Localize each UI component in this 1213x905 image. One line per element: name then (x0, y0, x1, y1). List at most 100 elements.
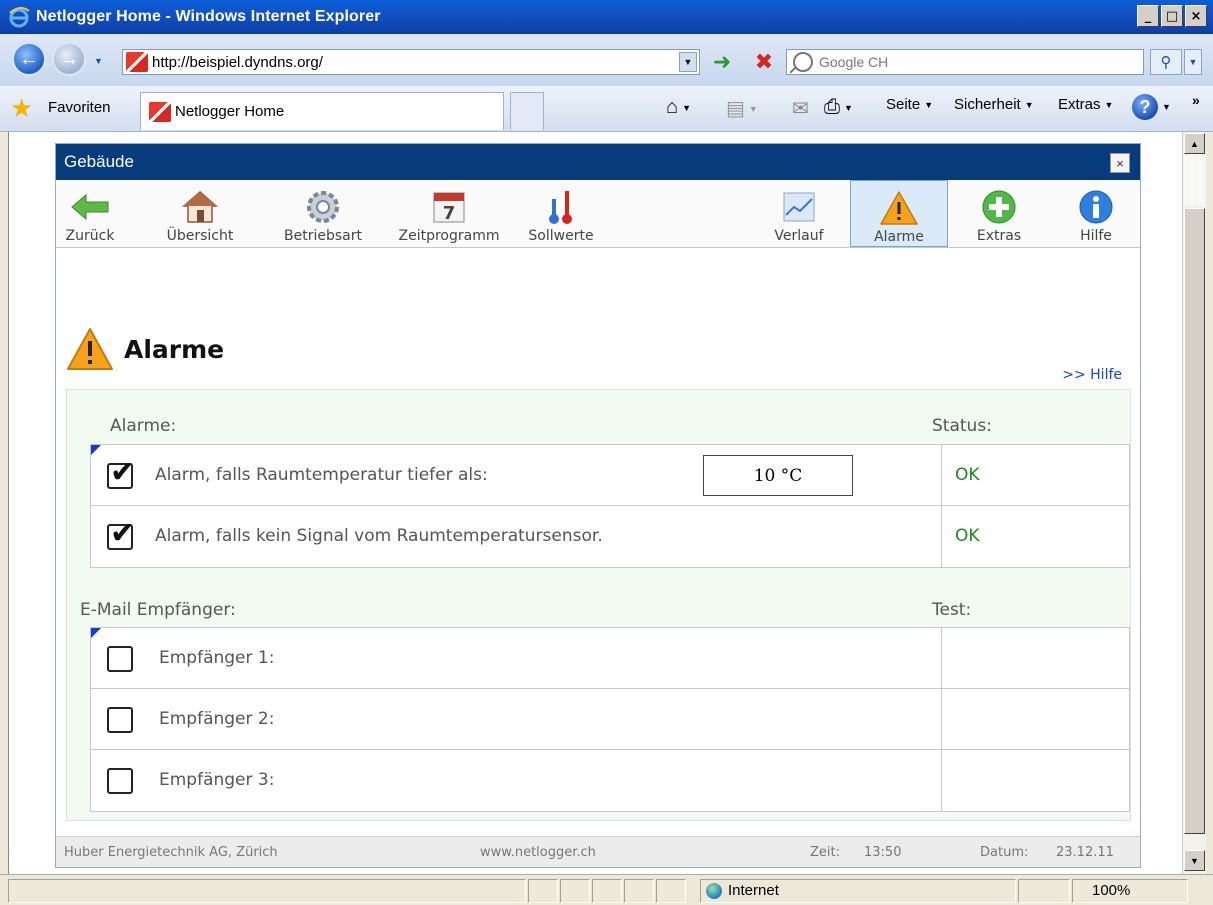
site-favicon-icon (126, 52, 148, 72)
scroll-up-button[interactable]: ▲ (1184, 133, 1205, 154)
alarm-row-text: Alarm, falls Raumtemperatur tiefer als: (155, 465, 488, 485)
favorites-star-icon[interactable]: ★ (10, 95, 33, 121)
footer-time-label: Zeit: (810, 845, 840, 860)
toolbar-mode[interactable]: Betriebsart (278, 180, 368, 247)
netlogger-panel: Gebäude × Zurück Übersicht Betriebsart 7 (55, 143, 1141, 868)
alarm-low-temp-checkbox[interactable] (107, 455, 135, 490)
toolbar-alarms-label: Alarme (874, 229, 924, 245)
history-dropdown-icon[interactable]: ▼ (94, 56, 103, 66)
toolbar-extras-label: Extras (976, 228, 1022, 244)
browser-status-bar: Internet 100% (0, 874, 1213, 905)
alarm-row: Alarm, falls kein Signal vom Raumtempera… (91, 506, 1129, 567)
calendar-day-text: 7 (443, 203, 456, 224)
protected-mode-button[interactable] (1018, 879, 1070, 903)
thermometer-icon (541, 188, 581, 226)
row-marker-icon (91, 628, 101, 638)
address-field[interactable]: http://beispiel.dyndns.org/ ▼ (122, 49, 700, 75)
maximize-button[interactable]: □ (1161, 5, 1183, 27)
alarm-row: Alarm, falls Raumtemperatur tiefer als: … (91, 445, 1129, 506)
recipient-2-checkbox[interactable] (107, 707, 133, 733)
recipient-label: Empfänger 1: (159, 648, 275, 668)
go-button[interactable]: ➜ (708, 49, 736, 75)
tab-favicon-icon (149, 101, 171, 122)
toolbar-schedule[interactable]: 7 Zeitprogramm (394, 180, 504, 247)
back-arrow-icon: ← (19, 47, 39, 70)
toolbar-setpoints[interactable]: Sollwerte (526, 180, 596, 247)
more-commands-chevron-icon[interactable]: » (1192, 92, 1200, 108)
email-section-label: E-Mail Empfänger: (80, 600, 236, 620)
toolbar-overview[interactable]: Übersicht (160, 180, 240, 247)
search-placeholder[interactable]: Google CH (819, 54, 888, 70)
scroll-down-button[interactable]: ▼ (1184, 850, 1205, 871)
close-button[interactable]: × (1185, 5, 1207, 27)
home-button[interactable]: ⌂ ▼ (666, 96, 691, 119)
toolbar-extras[interactable]: Extras (964, 180, 1034, 247)
tools-menu[interactable]: Extras ▼ (1058, 96, 1113, 113)
page-menu-label[interactable]: Seite (886, 96, 920, 113)
recipient-3-checkbox[interactable] (107, 768, 133, 794)
alarms-table: Alarm, falls Raumtemperatur tiefer als: … (90, 444, 1130, 568)
print-button[interactable]: ⎙ ▼ (824, 96, 853, 119)
toolbar-back-label: Zurück (65, 228, 115, 244)
toolbar-mode-label: Betriebsart (284, 228, 362, 244)
new-tab-button[interactable] (510, 92, 544, 130)
scroll-thumb[interactable] (1184, 208, 1205, 834)
security-menu-label[interactable]: Sicherheit (954, 96, 1021, 113)
help-icon: ? (1132, 94, 1158, 120)
status-column-label: Status: (932, 416, 992, 436)
help-menu[interactable]: ? ▼ (1132, 94, 1171, 120)
alarm-no-signal-checkbox[interactable] (107, 516, 135, 551)
address-dropdown-icon[interactable]: ▼ (679, 52, 697, 72)
feeds-button[interactable]: ▤ ▼ (726, 96, 758, 121)
back-arrow-icon (70, 188, 110, 226)
search-button[interactable]: ⚲ (1150, 49, 1182, 75)
footer-website: www.netlogger.ch (480, 845, 596, 860)
toolbar-help[interactable]: Hilfe (1066, 180, 1126, 247)
footer-time: 13:50 (864, 845, 902, 860)
gear-icon (303, 188, 343, 226)
back-button[interactable]: ← (12, 42, 46, 76)
address-row: ← → ▼ http://beispiel.dyndns.org/ ▼ ➜ ✖ … (0, 34, 1213, 86)
mail-icon: ✉ (792, 98, 809, 120)
stop-button[interactable]: ✖ (750, 49, 778, 75)
panel-close-button[interactable]: × (1110, 153, 1130, 173)
alarm-row-text: Alarm, falls kein Signal vom Raumtempera… (155, 526, 603, 546)
help-link[interactable]: >> Hilfe (1062, 367, 1122, 383)
chart-icon (779, 188, 819, 226)
toolbar-alarms[interactable]: Alarme (850, 180, 948, 247)
toolbar-help-label: Hilfe (1080, 228, 1112, 244)
panel-title: Gebäude (64, 152, 134, 171)
zoom-level[interactable]: 100% (1092, 882, 1130, 899)
toolbar-back[interactable]: Zurück (62, 180, 118, 247)
tools-menu-label[interactable]: Extras (1058, 96, 1101, 113)
footer-date: 23.12.11 (1056, 845, 1114, 860)
favorites-button[interactable]: Favoriten (48, 99, 111, 116)
search-icon (793, 52, 813, 72)
search-field[interactable]: Google CH (786, 49, 1144, 75)
forward-button[interactable]: → (52, 42, 86, 76)
vertical-scrollbar[interactable]: ▲ ▼ (1182, 132, 1206, 874)
globe-icon (706, 882, 722, 899)
settings-area: Alarme: Status: Alarm, falls Raumtempera… (66, 389, 1131, 821)
recipient-1-checkbox[interactable] (107, 646, 133, 672)
warning-icon (879, 189, 919, 227)
home-icon: ⌂ (666, 96, 679, 118)
security-menu[interactable]: Sicherheit ▼ (954, 96, 1034, 113)
footer-company: Huber Energietechnik AG, Zürich (64, 845, 278, 860)
temperature-threshold-input[interactable]: 10 °C (703, 455, 853, 496)
rss-feed-icon: ▤ (726, 98, 745, 120)
toolbar-history[interactable]: Verlauf (768, 180, 830, 247)
scroll-track[interactable] (1184, 154, 1205, 206)
minimize-button[interactable]: _ (1137, 5, 1159, 27)
page-menu[interactable]: Seite ▼ (886, 96, 933, 113)
search-dropdown-icon[interactable]: ▼ (1184, 49, 1202, 75)
recipient-label: Empfänger 2: (159, 709, 275, 729)
read-mail-button[interactable]: ✉ (792, 96, 809, 121)
browser-tab[interactable]: Netlogger Home (140, 92, 504, 130)
house-icon (180, 188, 220, 226)
address-url[interactable]: http://beispiel.dyndns.org/ (152, 54, 323, 71)
page-title: Alarme (124, 334, 225, 364)
info-icon (1076, 188, 1116, 226)
security-zone[interactable]: Internet (706, 882, 779, 899)
window-title-bar: Netlogger Home - Windows Internet Explor… (0, 0, 1213, 34)
